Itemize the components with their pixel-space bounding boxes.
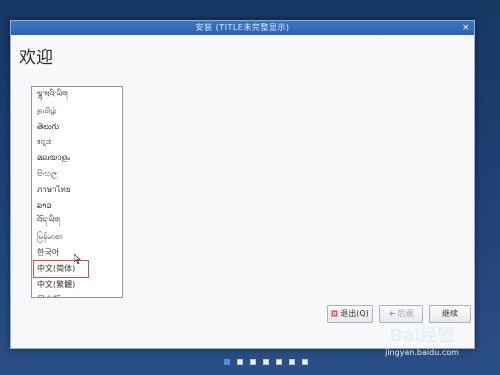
close-icon[interactable]: × xyxy=(461,23,471,33)
mouse-cursor-icon xyxy=(74,254,81,264)
list-item[interactable]: ລາວ xyxy=(32,198,122,214)
list-item[interactable]: ಕನ್ನಡ xyxy=(32,134,122,150)
list-item[interactable]: 中文(繁體) xyxy=(32,277,122,293)
watermark-url: jingyan.baidu.com xyxy=(385,348,459,357)
page-title: 欢迎 xyxy=(19,48,53,68)
step-dot xyxy=(302,359,308,365)
list-item[interactable]: ལྷ་སའི་ཡིག xyxy=(32,87,122,103)
list-item[interactable]: தமிழ் xyxy=(32,103,122,119)
arrow-left-icon xyxy=(388,307,396,316)
window-title: 安装 (TITLE未完整显示) xyxy=(195,23,290,32)
list-item[interactable]: ภาษาไทย xyxy=(32,182,122,198)
quit-label: 退出(Q) xyxy=(340,309,369,318)
step-indicator xyxy=(224,350,315,365)
step-dot xyxy=(289,359,295,365)
list-item[interactable]: བོད་ཡིག xyxy=(32,213,122,229)
step-dot xyxy=(250,359,256,365)
list-item[interactable]: മലയാളം xyxy=(32,150,122,166)
step-dot xyxy=(237,359,243,365)
window-titlebar: 安装 (TITLE未完整显示) × xyxy=(11,21,474,35)
list-item[interactable]: తెలుగు xyxy=(32,119,122,135)
step-dot xyxy=(224,359,230,365)
quit-icon xyxy=(331,307,338,317)
step-dot xyxy=(276,359,282,365)
language-list[interactable]: ལྷ་སའི་ཡིག தமிழ் తెలుగు ಕನ್ನಡ മലയാളം සිංහල ภาษ… xyxy=(31,86,123,298)
installer-window: 安装 (TITLE未完整显示) × 欢迎 ལྷ་སའི་ཡིག தமிழ் తెలు… xyxy=(10,20,475,365)
back-label: 后退 xyxy=(397,309,414,318)
watermark: Bai经验 jingyan.baidu.com xyxy=(362,321,482,365)
list-item[interactable]: 日本語 xyxy=(32,292,122,297)
list-item[interactable]: မြန်မာစာ xyxy=(32,229,122,245)
step-dot xyxy=(263,359,269,365)
list-item[interactable]: සිංහල xyxy=(32,166,122,182)
continue-label: 继续 xyxy=(442,309,458,318)
watermark-logo: Bai经验 xyxy=(389,326,455,346)
